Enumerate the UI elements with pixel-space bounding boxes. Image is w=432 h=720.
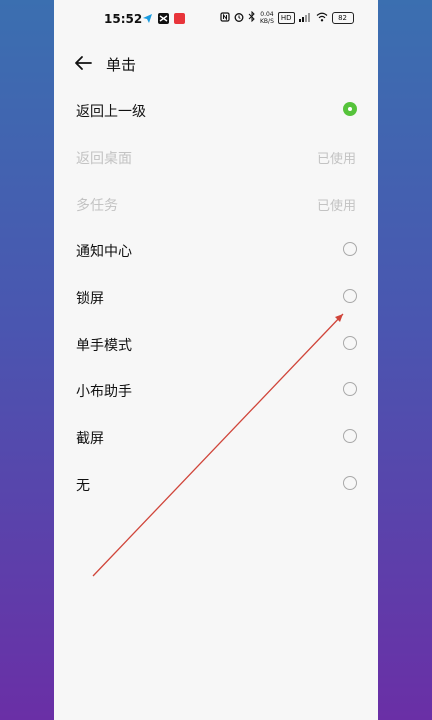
alarm-icon: [234, 12, 244, 25]
option-back-to-home: 返回桌面 已使用: [54, 135, 378, 181]
signal-icon: [298, 12, 312, 25]
option-lock-screen[interactable]: 锁屏: [54, 275, 378, 321]
option-back-to-previous[interactable]: 返回上一级: [54, 88, 378, 134]
bluetooth-icon: [248, 10, 256, 25]
option-label: 通知中心: [76, 244, 132, 260]
net-speed-value: 0.04: [260, 11, 274, 18]
option-label: 返回桌面: [76, 151, 132, 167]
capcut-app-icon: [158, 13, 169, 24]
system-icons: 0.04 KB/S HD 82: [220, 10, 354, 25]
option-notification-center[interactable]: 通知中心: [54, 228, 378, 274]
status-bar: 15:52 0.04 KB/S HD 82: [54, 0, 378, 40]
radio-selected-icon[interactable]: [343, 102, 357, 116]
option-label: 截屏: [76, 431, 104, 447]
notification-icons: [142, 13, 185, 24]
option-label: 锁屏: [76, 291, 104, 307]
option-label: 无: [76, 478, 90, 494]
already-used-label: 已使用: [316, 199, 356, 214]
net-speed-unit: KB/S: [260, 18, 274, 25]
nfc-icon: [220, 11, 230, 25]
option-breeno-assistant[interactable]: 小布助手: [54, 368, 378, 414]
radio-unselected-icon[interactable]: [343, 289, 357, 303]
battery-indicator: 82: [331, 12, 354, 24]
option-label: 小布助手: [76, 384, 132, 400]
back-arrow-icon[interactable]: [72, 52, 94, 74]
hd-badge: HD: [277, 12, 295, 24]
option-label: 返回上一级: [76, 104, 146, 120]
radio-unselected-icon[interactable]: [343, 242, 357, 256]
phone-screen: 15:52 0.04 KB/S HD 82 单击 返回上一级 返回桌面 已使用 …: [54, 0, 378, 720]
page-title: 单击: [106, 56, 137, 74]
radio-unselected-icon[interactable]: [343, 429, 357, 443]
wifi-icon: [316, 12, 328, 25]
send-app-icon: [142, 13, 153, 24]
option-label: 单手模式: [76, 338, 132, 354]
option-none[interactable]: 无: [54, 462, 378, 508]
network-speed: 0.04 KB/S: [260, 11, 274, 25]
radio-unselected-icon[interactable]: [343, 382, 357, 396]
page-header: 单击: [54, 44, 378, 84]
option-label: 多任务: [76, 198, 118, 214]
option-screenshot[interactable]: 截屏: [54, 415, 378, 461]
option-multitask: 多任务 已使用: [54, 182, 378, 228]
radio-unselected-icon[interactable]: [343, 476, 357, 490]
option-one-hand-mode[interactable]: 单手模式: [54, 322, 378, 368]
radio-unselected-icon[interactable]: [343, 336, 357, 350]
status-time: 15:52: [104, 12, 143, 26]
already-used-label: 已使用: [316, 152, 356, 167]
red-app-icon: [174, 13, 185, 24]
